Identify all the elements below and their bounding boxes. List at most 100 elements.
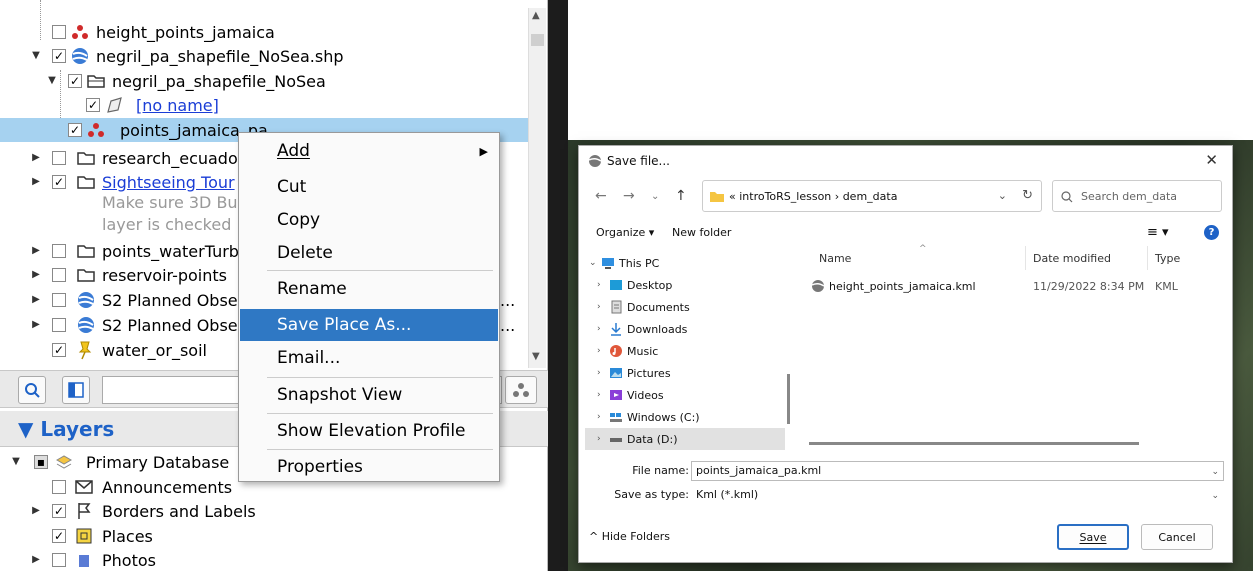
nav-item-documents[interactable]: › Documents (585, 296, 785, 318)
nav-item-downloads[interactable]: › Downloads (585, 318, 785, 340)
expand-arrow-icon[interactable]: ▶ (30, 294, 42, 306)
checkbox[interactable] (52, 553, 66, 567)
menu-item-label: Cut (277, 177, 307, 197)
menu-item-add[interactable]: Add ▶ (240, 135, 498, 167)
checkbox[interactable] (52, 480, 66, 494)
nav-item-videos[interactable]: › Videos (585, 384, 785, 406)
chevron-right-icon[interactable]: › (597, 390, 601, 400)
cancel-button[interactable]: Cancel (1141, 524, 1213, 550)
close-icon[interactable]: ✕ (1205, 151, 1218, 169)
checkbox[interactable]: ✓ (68, 74, 82, 88)
address-bar[interactable]: « introToRS_lesson › dem_data ⌄ ↻ (702, 180, 1042, 212)
expand-arrow-icon[interactable]: ▼ (46, 75, 58, 87)
breadcrumb-overflow[interactable]: « (729, 190, 736, 203)
places-scrollbar[interactable]: ▲ ▼ (528, 8, 546, 368)
breadcrumb-segment[interactable]: dem_data (843, 190, 898, 203)
expand-arrow-icon[interactable]: ▶ (30, 554, 42, 566)
expand-arrow-icon[interactable]: ▶ (30, 269, 42, 281)
scroll-thumb[interactable] (531, 34, 544, 46)
expand-arrow-icon[interactable]: ▼ (10, 456, 22, 468)
chevron-down-icon[interactable]: ⌄ (1211, 487, 1219, 505)
column-separator[interactable] (1147, 246, 1148, 270)
checkbox[interactable] (52, 268, 66, 282)
new-folder-button[interactable]: New folder (672, 226, 731, 239)
nav-item-music[interactable]: › Music (585, 340, 785, 362)
checkbox[interactable]: ✓ (52, 343, 66, 357)
menu-item-cut[interactable]: Cut (240, 171, 498, 203)
column-separator[interactable] (1025, 246, 1026, 270)
chevron-right-icon[interactable]: › (597, 280, 601, 290)
chevron-right-icon[interactable]: › (597, 412, 601, 422)
history-chevron-icon[interactable]: ⌄ (651, 191, 659, 202)
file-name-input[interactable]: points_jamaica_pa.kml ⌄ (691, 461, 1224, 481)
nav-item-this-pc[interactable]: ⌄ This PC (585, 252, 785, 274)
documents-icon (611, 300, 622, 314)
chevron-right-icon[interactable]: › (597, 346, 601, 356)
tree-item-label: height_points_jamaica (96, 22, 275, 42)
address-dropdown-icon[interactable]: ⌄ (998, 189, 1007, 202)
checkbox[interactable]: ✓ (52, 529, 66, 543)
nav-scrollbar[interactable] (787, 374, 790, 424)
menu-item-copy[interactable]: Copy (240, 204, 498, 236)
checkbox[interactable] (52, 25, 66, 39)
menu-item-email[interactable]: Email... (240, 342, 498, 374)
panel-toggle-button[interactable] (62, 376, 90, 404)
chevron-right-icon[interactable]: › (597, 368, 601, 378)
nav-item-desktop[interactable]: › Desktop (585, 274, 785, 296)
menu-item-rename[interactable]: Rename (240, 273, 498, 305)
menu-item-delete[interactable]: Delete (240, 237, 498, 269)
checkbox[interactable] (52, 151, 66, 165)
file-list-scrollbar[interactable] (809, 442, 1139, 445)
organize-menu[interactable]: Organize ▾ (596, 226, 654, 239)
menu-item-save-place-as[interactable]: Save Place As... (240, 309, 498, 341)
forward-arrow-icon[interactable]: → (623, 188, 635, 204)
checkbox[interactable]: ▪ (34, 455, 48, 469)
checkbox[interactable]: ✓ (52, 175, 66, 189)
tree-item-label: water_or_soil (102, 340, 207, 360)
menu-item-snapshot-view[interactable]: Snapshot View (240, 379, 498, 411)
search-box[interactable]: Search dem_data (1052, 180, 1222, 212)
save-as-type-select[interactable]: Kml (*.kml) ⌄ (691, 485, 1224, 505)
nav-item-data-d[interactable]: › Data (D:) (585, 428, 785, 450)
expand-arrow-icon[interactable]: ▶ (30, 245, 42, 257)
checkbox[interactable]: ✓ (68, 123, 82, 137)
checkbox[interactable] (52, 293, 66, 307)
chevron-right-icon[interactable]: › (597, 434, 601, 444)
nav-item-pictures[interactable]: › Pictures (585, 362, 785, 384)
help-icon[interactable]: ? (1204, 225, 1219, 240)
checkbox[interactable] (52, 244, 66, 258)
tree-item-label[interactable]: Sightseeing Tour (102, 173, 235, 192)
scroll-up-arrow-icon[interactable]: ▲ (532, 10, 540, 21)
column-header-date[interactable]: Date modified (1033, 252, 1111, 265)
checkbox[interactable] (52, 318, 66, 332)
back-arrow-icon[interactable]: ← (595, 188, 607, 204)
view-options-icon[interactable]: ≡ ▾ (1147, 225, 1169, 240)
scroll-down-arrow-icon[interactable]: ▼ (532, 351, 540, 362)
menu-item-show-elevation-profile[interactable]: Show Elevation Profile (240, 415, 498, 447)
expand-arrow-icon[interactable]: ▶ (30, 319, 42, 331)
add-points-button[interactable] (505, 376, 537, 404)
expand-arrow-icon[interactable]: ▶ (30, 152, 42, 164)
chevron-down-icon[interactable]: ⌄ (1211, 463, 1219, 481)
column-header-type[interactable]: Type (1155, 252, 1180, 265)
chevron-down-icon[interactable]: ⌄ (589, 258, 597, 268)
nav-item-windows-c[interactable]: › Windows (C:) (585, 406, 785, 428)
refresh-icon[interactable]: ↻ (1022, 188, 1033, 203)
chevron-right-icon[interactable]: › (597, 324, 601, 334)
up-arrow-icon[interactable]: ↑ (675, 188, 687, 204)
chevron-right-icon[interactable]: › (597, 302, 601, 312)
hide-folders-toggle[interactable]: ^ Hide Folders (589, 530, 670, 543)
column-header-name[interactable]: Name (819, 252, 851, 265)
expand-arrow-icon[interactable]: ▶ (30, 505, 42, 517)
search-button[interactable] (18, 376, 46, 404)
checkbox[interactable]: ✓ (52, 504, 66, 518)
tree-item-label[interactable]: [no name] (136, 96, 219, 115)
menu-item-properties[interactable]: Properties (240, 451, 498, 483)
checkbox[interactable]: ✓ (52, 49, 66, 63)
save-button[interactable]: Save (1057, 524, 1129, 550)
file-row[interactable]: height_points_jamaica.kml 11/29/2022 8:3… (793, 276, 1223, 296)
breadcrumb-segment[interactable]: introToRS_lesson (739, 190, 831, 203)
checkbox[interactable]: ✓ (86, 98, 100, 112)
expand-arrow-icon[interactable]: ▼ (30, 50, 42, 62)
expand-arrow-icon[interactable]: ▶ (30, 176, 42, 188)
